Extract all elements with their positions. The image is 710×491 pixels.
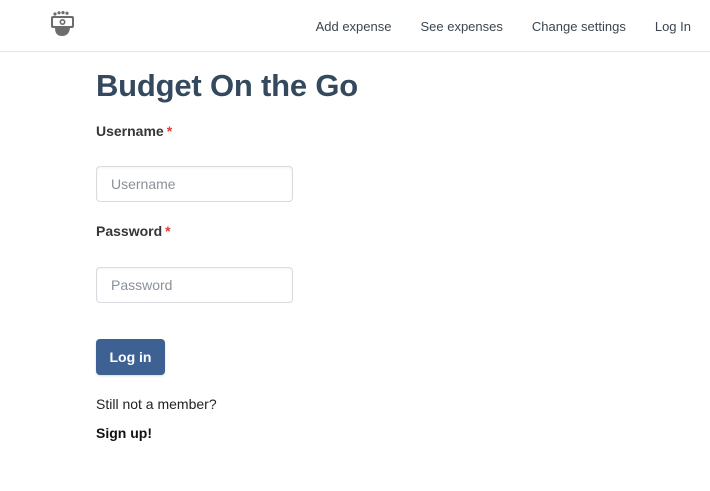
- username-input[interactable]: [96, 166, 293, 202]
- password-label: Password *: [96, 223, 171, 239]
- log-in-button[interactable]: Log in: [96, 339, 165, 375]
- page-title: Budget On the Go: [96, 68, 358, 103]
- nav-see-expenses[interactable]: See expenses: [420, 19, 502, 34]
- sign-up-link[interactable]: Sign up!: [96, 425, 152, 441]
- username-label-text: Username: [96, 123, 164, 139]
- app-logo-icon[interactable]: [49, 10, 76, 37]
- nav-change-settings[interactable]: Change settings: [532, 19, 626, 34]
- not-member-text: Still not a member?: [96, 396, 217, 412]
- nav-log-in[interactable]: Log In: [655, 19, 691, 34]
- username-label: Username *: [96, 123, 172, 139]
- username-required-mark: *: [166, 123, 173, 139]
- password-required-mark: *: [165, 223, 171, 239]
- nav-links: Add expense See expenses Change settings…: [316, 0, 691, 52]
- navbar: Add expense See expenses Change settings…: [0, 0, 710, 52]
- password-label-text: Password: [96, 223, 163, 239]
- nav-add-expense[interactable]: Add expense: [316, 19, 392, 34]
- password-input[interactable]: [96, 267, 293, 303]
